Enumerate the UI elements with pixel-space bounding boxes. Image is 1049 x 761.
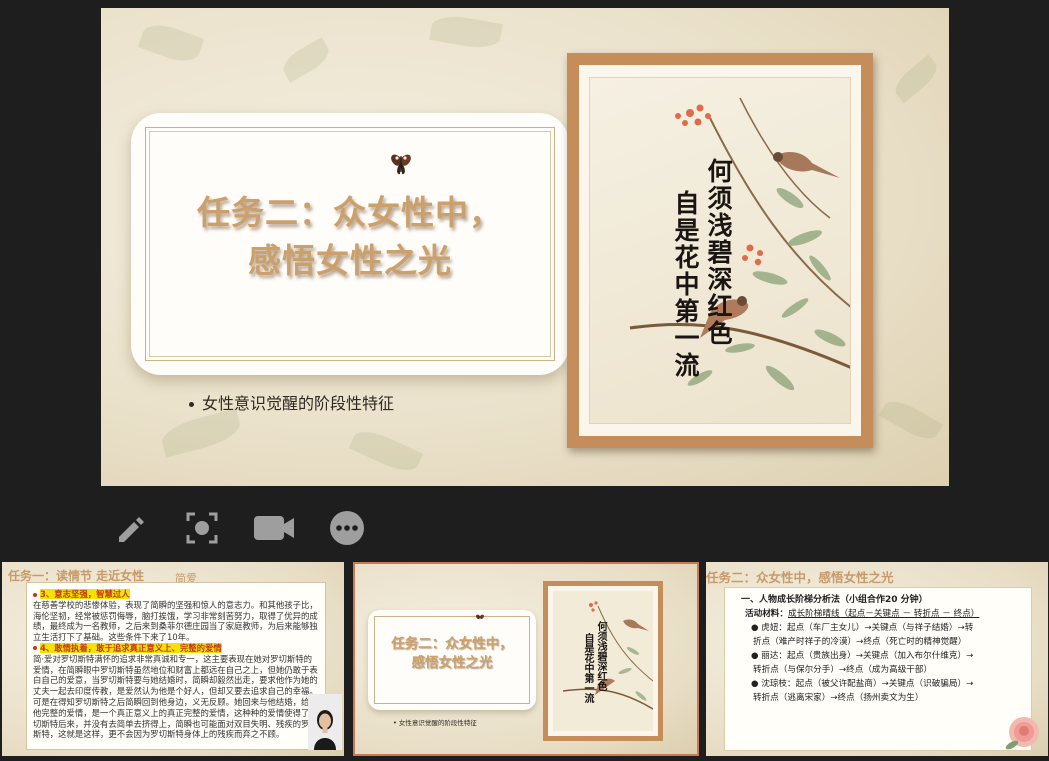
thumb3-item2-line2: 转折点（与保尔分手）→终点（成为高级干部）	[753, 665, 933, 675]
thumb3-item1-line1: 虎妞：起点（车厂主女儿）→关键点（与祥子结婚）→转	[761, 623, 974, 633]
background-leaf	[889, 54, 943, 104]
background-leaf	[158, 408, 244, 458]
thumb3-item1: ● 虎妞：起点（车厂主女儿）→关键点（与祥子结婚）→转	[751, 623, 974, 633]
poem-column-1: 何须浅碧深红色	[704, 158, 733, 347]
thumb2-painting-art: 何须浅碧深红色 自是花中第一流	[553, 591, 653, 731]
focus-camera-button[interactable]	[180, 506, 224, 550]
thumb2-painting: 何须浅碧深红色 自是花中第一流	[543, 581, 663, 741]
thumb3-header: 任务二：众女性中，感悟女性之光	[706, 570, 894, 585]
thumb3-item3: ● 沈琼枝：起点（被父许配盐商）→关键点（识破骗局）→	[751, 679, 974, 689]
presenter-video-avatar	[308, 694, 342, 750]
poem-column-2: 自是花中第一流	[671, 190, 700, 379]
video-button[interactable]	[252, 506, 296, 550]
slide-thumbnail-2-active[interactable]: 任务二：众女性中， 感悟女性之光 • 女性意识觉醒的阶段性特征 何须浅碧深红色	[353, 562, 699, 756]
thumb2-title-card: 任务二：众女性中， 感悟女性之光	[368, 610, 536, 710]
thumb2-subtitle: • 女性意识觉醒的阶段性特征	[393, 719, 477, 727]
background-leaf	[348, 424, 424, 478]
slide-thumbnail-3[interactable]: 任务二：众女性中，感悟女性之光 一、人物成长阶梯分析法（小组合作20 分钟） 活…	[706, 562, 1048, 756]
slide-title-line1: 任务二：众女性中，	[197, 193, 503, 232]
painting-art: 何须浅碧深红色 自是花中第一流	[589, 77, 851, 424]
thumb1-content-card: 3、意志坚强，智慧过人 在慈善学校的悲惨体验，表现了简瞬的坚强和惊人的意志力。和…	[26, 582, 326, 750]
thumb2-title-line2: 感悟女性之光	[411, 655, 493, 671]
slide-thumbnail-1[interactable]: 任务一：读情节 走近女性 简爱 3、意志坚强，智慧过人 在慈善学校的悲惨体验，表…	[2, 562, 344, 756]
thumb3-item3-line1: 沈琼枝：起点（被父许配盐商）→关键点（识破骗局）→	[761, 679, 974, 689]
slide-subtitle-text: 女性意识觉醒的阶段性特征	[202, 394, 395, 413]
thumb1-point3: 3、意志坚强，智慧过人	[40, 589, 130, 599]
presentation-toolbar	[0, 506, 1049, 550]
main-slide: 任务二：众女性中， 感悟女性之光 女性意识觉醒的阶段性特征 何须浅碧深红色 自是…	[101, 8, 949, 486]
butterfly-icon	[476, 614, 484, 620]
video-camera-icon	[254, 516, 294, 540]
thumb3-material-label: 活动材料：	[745, 609, 788, 619]
thumb3-heading: 一、人物成长阶梯分析法（小组合作20 分钟）	[741, 595, 928, 605]
pencil-icon	[119, 517, 144, 542]
pencil-button[interactable]	[108, 506, 152, 550]
thumb3-material-line: 活动材料：成长阶梯晴线（起点－关键点 － 转折点 － 终点）	[745, 607, 1023, 621]
thumb3-item2-line1: 丽达：起点（贵族出身）→关键点（加入布尔什维克）→	[761, 651, 974, 661]
more-options-icon	[330, 511, 364, 545]
more-options-button[interactable]	[325, 506, 369, 550]
thumb2-title: 任务二：众女性中， 感悟女性之光	[368, 635, 536, 673]
thumb3-item2: ● 丽达：起点（贵族出身）→关键点（加入布尔什维克）→	[751, 651, 974, 661]
thumb2-poem-column-1: 何须浅碧深红色	[595, 621, 606, 691]
thumb1-text4: 简·爱对罗切斯特满怀的追求非常真诚和专一，这主要表现在她对罗切斯特的爱情，在简瞬…	[33, 653, 318, 740]
title-card: 任务二：众女性中， 感悟女性之光	[131, 113, 569, 375]
thumb3-material-value: 成长阶梯晴线（起点－关键点 － 转折点 － 终点）	[787, 609, 980, 619]
painting-frame: 何须浅碧深红色 自是花中第一流	[567, 53, 873, 448]
bullet-dot	[33, 646, 37, 651]
thumb1-text3: 在慈善学校的悲惨体验，表现了简瞬的坚强和惊人的意志力。和其他孩子比，海伦坚韧，经…	[33, 599, 318, 643]
thumb2-title-line1: 任务二：众女性中，	[391, 636, 513, 652]
presenter-avatar-icon	[308, 694, 342, 750]
slide-title-line2: 感悟女性之光	[248, 241, 452, 280]
thumb3-content-card: 一、人物成长阶梯分析法（小组合作20 分钟） 活动材料：成长阶梯晴线（起点－关键…	[724, 587, 1032, 751]
thumb2-poem-column-2: 自是花中第一流	[582, 633, 593, 703]
thumb1-point4: 4、敢情执着，敢于追求真正意义上、完整的爱情	[40, 642, 222, 653]
background-leaf	[137, 18, 205, 68]
thumb3-item3-line2: 转折点（逃离宋家）→终点（扬州卖文为生）	[753, 693, 924, 703]
slide-subtitle: 女性意识觉醒的阶段性特征	[189, 390, 394, 414]
thumb2-subtitle-text: 女性意识觉醒的阶段性特征	[398, 719, 477, 727]
background-leaf	[879, 394, 943, 446]
background-leaf	[278, 37, 334, 83]
rose-icon	[1005, 717, 1039, 750]
bullet-dot	[33, 592, 37, 597]
butterfly-icon	[391, 154, 411, 175]
slide-title: 任务二：众女性中， 感悟女性之光	[131, 189, 569, 285]
camera-focus-icon	[186, 512, 218, 544]
background-leaf	[429, 12, 503, 52]
bullet-dot	[189, 402, 194, 407]
thumb3-item1-line2: 折点（难产时祥子的冷漠）→终点（死亡时的精神觉醒）	[753, 637, 967, 647]
